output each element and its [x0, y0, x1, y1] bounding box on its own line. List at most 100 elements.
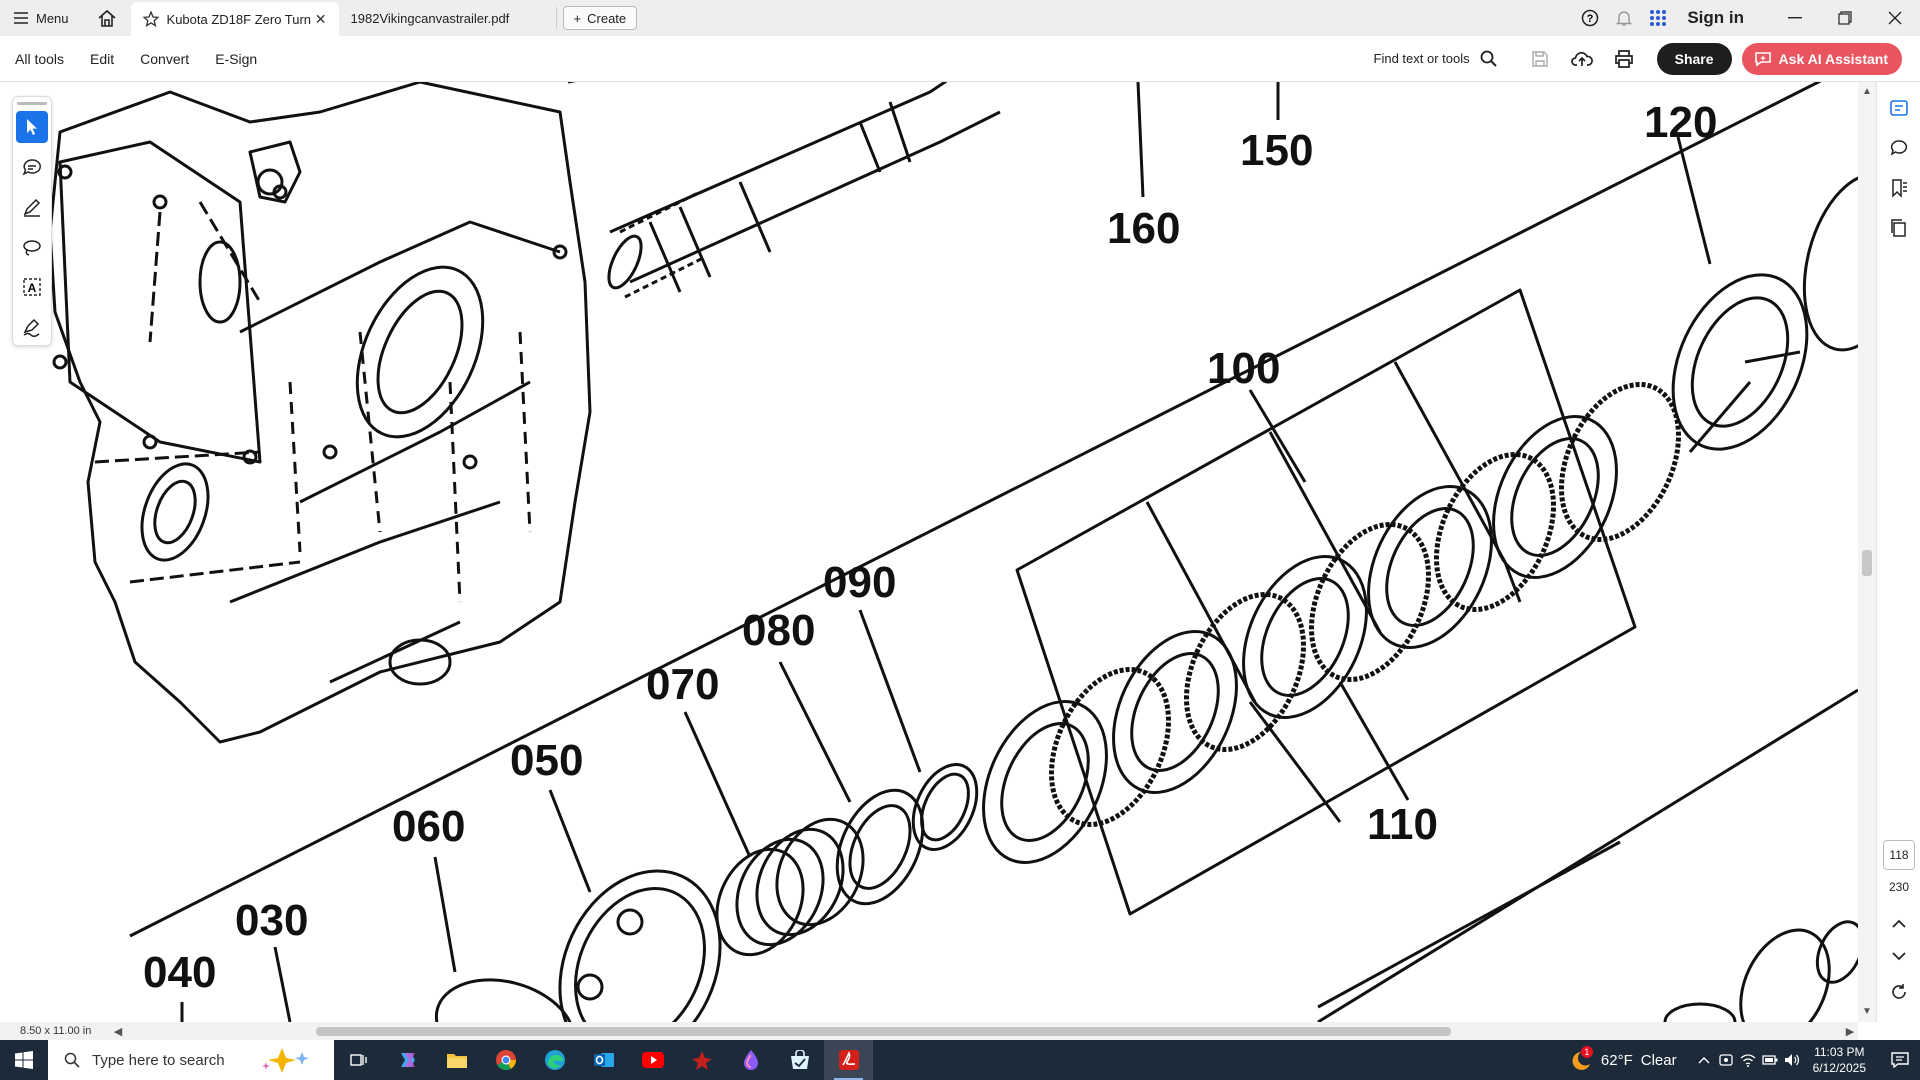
- clutch-pack-frame: [1015, 288, 1637, 916]
- wifi-icon[interactable]: [1737, 1040, 1759, 1080]
- create-button[interactable]: + Create: [562, 6, 638, 30]
- find-text-button[interactable]: Find text or tools: [1374, 50, 1519, 67]
- right-rail: 118 230: [1876, 82, 1920, 1022]
- horizontal-scroll-thumb[interactable]: [316, 1027, 1451, 1036]
- bell-icon[interactable]: [1607, 0, 1641, 36]
- panel-grip[interactable]: [17, 102, 47, 105]
- page-size-label: 8.50 x 11.00 in: [20, 1025, 92, 1037]
- hamburger-icon: [14, 12, 28, 24]
- scroll-up-arrow-icon[interactable]: ▲: [1862, 86, 1872, 97]
- part-label-160: 160: [1107, 204, 1181, 253]
- windows-start-icon[interactable]: [0, 1040, 48, 1080]
- save-icon[interactable]: [1519, 36, 1561, 82]
- cloud-upload-icon[interactable]: [1561, 36, 1603, 82]
- exploded-parts-drawing: [48, 82, 1858, 1022]
- find-label: Find text or tools: [1373, 51, 1470, 66]
- part-label-080: 080: [742, 606, 816, 655]
- ai-assistant-button[interactable]: Ask AI Assistant: [1741, 42, 1902, 75]
- share-button[interactable]: Share: [1656, 42, 1732, 75]
- part-label-030: 030: [235, 896, 309, 945]
- pages-panel-icon[interactable]: [1887, 216, 1911, 240]
- clock[interactable]: 11:03 PM 6/12/2025: [1803, 1044, 1880, 1076]
- ai-sparkle-icon: [1754, 51, 1771, 67]
- select-tool-icon[interactable]: [16, 111, 48, 143]
- weather-condition: Clear: [1640, 1051, 1677, 1069]
- restore-icon[interactable]: [1820, 0, 1870, 36]
- horizontal-scroll-track[interactable]: [126, 1022, 1842, 1040]
- document-viewport[interactable]: 150 160 120 100 090 080 070 050 060 030 …: [0, 82, 1858, 1022]
- menu-convert[interactable]: Convert: [127, 51, 202, 67]
- ai-label: Ask AI Assistant: [1778, 50, 1888, 67]
- acrobat-active-icon[interactable]: [824, 1040, 873, 1080]
- windows-taskbar: Type here to search 1 62°F Clear 11:03 P…: [0, 1040, 1920, 1080]
- weather-widget[interactable]: 1 62°F Clear: [1567, 1046, 1693, 1072]
- task-view-icon[interactable]: [334, 1040, 383, 1080]
- menu-e-sign[interactable]: E-Sign: [202, 51, 270, 67]
- zoom-controls: [1876, 1000, 1920, 1022]
- file-explorer-icon[interactable]: [432, 1040, 481, 1080]
- youtube-icon[interactable]: [628, 1040, 677, 1080]
- outlook-icon[interactable]: [579, 1040, 628, 1080]
- menu-edit[interactable]: Edit: [77, 51, 127, 67]
- tab-viking[interactable]: 1982Vikingcanvastrailer.pdf: [339, 7, 557, 29]
- shaft: [607, 82, 1001, 299]
- chrome-icon[interactable]: [481, 1040, 530, 1080]
- print-icon[interactable]: [1603, 36, 1645, 82]
- paint-icon[interactable]: [726, 1040, 775, 1080]
- lasso-tool-icon[interactable]: [16, 231, 48, 263]
- transmission-housing: [48, 82, 592, 744]
- clock-time: 11:03 PM: [1814, 1045, 1865, 1059]
- previous-page-icon[interactable]: [1887, 912, 1911, 936]
- vertical-scrollbar[interactable]: ▲ ▼: [1858, 82, 1876, 1022]
- total-pages: 230: [1888, 880, 1910, 894]
- minimize-icon[interactable]: [1770, 0, 1820, 36]
- close-window-icon[interactable]: [1870, 0, 1920, 36]
- help-icon[interactable]: ?: [1573, 0, 1607, 36]
- weather-icon: 1: [1567, 1046, 1593, 1072]
- title-bar-right: ? Sign in: [1573, 0, 1920, 36]
- vertical-scroll-thumb[interactable]: [1862, 550, 1872, 576]
- copilot-icon[interactable]: [383, 1040, 432, 1080]
- tab-kubota[interactable]: Kubota ZD18F Zero Turn ... ✕: [130, 2, 339, 36]
- acrobat-pinned-icon[interactable]: [677, 1040, 726, 1080]
- notifications-icon[interactable]: [1880, 1040, 1920, 1080]
- scroll-down-arrow-icon[interactable]: ▼: [1862, 1006, 1872, 1017]
- star-icon[interactable]: [142, 11, 159, 27]
- sign-tool-icon[interactable]: [16, 311, 48, 343]
- part-label-090: 090: [823, 558, 897, 607]
- sign-in-button[interactable]: Sign in: [1675, 8, 1770, 28]
- system-tray: 1 62°F Clear 11:03 PM 6/12/2025: [1567, 1040, 1920, 1080]
- scroll-right-arrow-icon[interactable]: ▶: [1842, 1025, 1858, 1038]
- part-label-150: 150: [1240, 126, 1314, 175]
- search-placeholder: Type here to search: [92, 1051, 225, 1069]
- next-page-icon[interactable]: [1887, 944, 1911, 968]
- home-button[interactable]: [83, 0, 131, 36]
- meet-now-icon[interactable]: [1715, 1040, 1737, 1080]
- store-icon[interactable]: [775, 1040, 824, 1080]
- current-page-input[interactable]: 118: [1883, 840, 1915, 870]
- bookmarks-panel-icon[interactable]: [1887, 176, 1911, 200]
- volume-icon[interactable]: [1781, 1040, 1803, 1080]
- menu-all-tools[interactable]: All tools: [0, 51, 77, 67]
- menu-button[interactable]: Menu: [0, 0, 83, 36]
- battery-icon[interactable]: [1759, 1040, 1781, 1080]
- comments-panel-icon[interactable]: [1887, 136, 1911, 160]
- text-box-tool-icon[interactable]: A: [16, 271, 48, 303]
- pen-tool-icon[interactable]: [16, 191, 48, 223]
- search-highlight-icon: [262, 1048, 309, 1073]
- toolbar-right: Find text or tools Share Ask AI Assistan…: [1374, 36, 1920, 82]
- home-icon: [98, 9, 116, 27]
- plus-icon: +: [573, 10, 582, 26]
- scroll-left-arrow-icon[interactable]: ◀: [110, 1025, 126, 1038]
- tab-title: 1982Vikingcanvastrailer.pdf: [350, 10, 510, 26]
- comment-tool-icon[interactable]: [16, 151, 48, 183]
- horizontal-scrollbar[interactable]: 8.50 x 11.00 in ◀ ▶: [0, 1022, 1858, 1040]
- tab-title: Kubota ZD18F Zero Turn ...: [166, 11, 311, 27]
- edge-icon[interactable]: [530, 1040, 579, 1080]
- ai-panel-icon[interactable]: [1887, 96, 1911, 120]
- show-hidden-icons-icon[interactable]: [1693, 1040, 1715, 1080]
- taskbar-search-box[interactable]: Type here to search: [48, 1040, 334, 1080]
- close-tab-icon[interactable]: ✕: [315, 11, 327, 28]
- apps-grid-icon[interactable]: [1641, 0, 1675, 36]
- part-label-060: 060: [392, 802, 466, 851]
